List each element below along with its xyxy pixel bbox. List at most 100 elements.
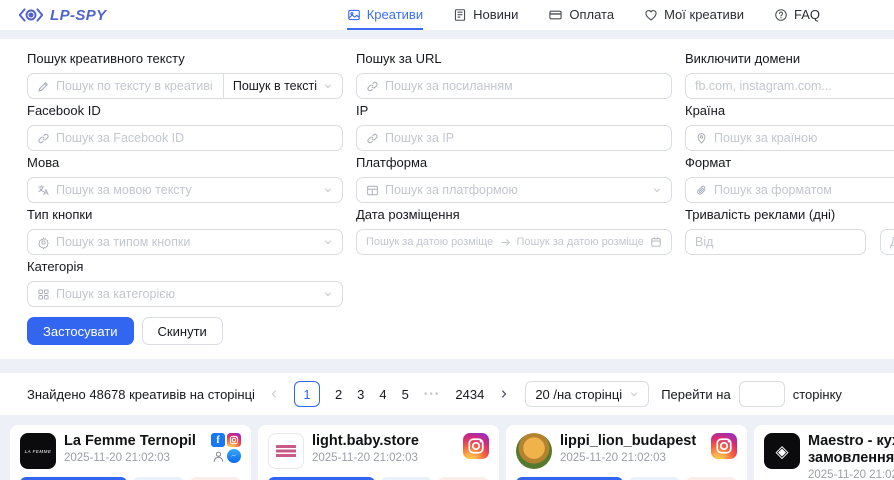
ip-input[interactable] [356,125,672,151]
page-size-select[interactable]: 20 /на сторінці [525,381,649,407]
language-field[interactable] [56,183,317,197]
filter-platform: Платформа [356,155,672,203]
page-number[interactable]: 5 [402,387,409,402]
ip-field[interactable] [385,131,662,145]
filter-exclude-domains: Виключити домени [685,51,894,99]
country-field[interactable] [714,131,894,145]
category-field[interactable] [56,287,317,301]
filter-category: Категорія [27,259,343,307]
person-icon[interactable] [211,449,225,463]
mode-label: Пошук в тексті [233,79,317,93]
facebook-id-input[interactable] [27,125,343,151]
field-label: Пошук за URL [356,51,672,67]
nav-tab-faq[interactable]: FAQ [774,0,820,30]
url-input[interactable] [356,73,672,99]
main-nav: Креативи Новини Оплата [347,0,820,30]
country-input[interactable] [685,125,894,151]
duration-to-input[interactable] [880,229,894,255]
button-type-select[interactable] [27,229,343,255]
duration-from-input[interactable] [685,229,866,255]
category-select[interactable] [27,281,343,307]
avatar [268,433,304,469]
url-field[interactable] [385,79,662,93]
chevron-down-icon [323,237,333,247]
credit-card-icon [548,8,563,22]
creative-card[interactable]: LA FEMME La Femme Ternopil 2025-11-20 21… [10,425,251,480]
goto-page-input[interactable] [739,381,785,407]
page-number-last[interactable]: 2434 [455,387,484,402]
gear-icon [37,236,50,249]
page-number[interactable]: 2 [335,387,342,402]
nav-tab-my-creatives[interactable]: Мої креативи [644,0,744,30]
advertiser-name: Maestro - кухні, меблі на замовлення в У… [808,433,894,467]
instagram-icon[interactable] [227,433,241,447]
creative-text-input[interactable] [28,74,223,98]
image-icon [347,8,361,22]
exclude-domains-field[interactable] [695,79,894,93]
field-label: Країна [685,103,894,119]
creative-date: 2025-11-20 21:02:03 [312,452,455,464]
duration-to-field[interactable] [890,235,894,249]
creative-card[interactable]: light.baby.store 2025-11-20 21:02:03 3 d… [258,425,499,480]
nav-label: Новини [473,7,518,22]
eye-logo-icon [18,7,44,23]
results-summary: Знайдено 48678 креативів на сторінці [27,387,255,402]
page-size-value: 20 /на сторінці [535,387,622,402]
creative-card[interactable]: ◈ Maestro - кухні, меблі на замовлення в… [754,425,894,480]
filter-ad-duration: Тривалість реклами (дні) [685,207,894,255]
prev-page-icon[interactable] [269,389,279,399]
platform-field[interactable] [385,183,646,197]
next-page-icon[interactable] [499,389,509,399]
goto-suffix: сторінку [793,387,842,402]
link-icon [366,132,379,145]
date-from-field[interactable] [366,236,494,248]
language-select[interactable] [27,177,343,203]
duration-from-field[interactable] [695,235,856,249]
instagram-icon[interactable] [711,433,737,459]
filter-format: Формат [685,155,894,203]
chevron-down-icon [323,81,333,91]
filter-country: Країна [685,103,894,151]
pagination-ellipsis[interactable]: ••• [424,389,441,400]
top-header: LP-SPY Креативи Новини [0,0,894,30]
filter-button-type: Тип кнопки [27,207,343,255]
chevron-down-icon [323,185,333,195]
reset-button[interactable]: Скинути [142,317,223,345]
arrow-right-icon [500,237,511,248]
nav-label: Мої креативи [664,7,744,22]
facebook-icon[interactable]: f [211,433,225,447]
pagination: 1 2 3 4 5 ••• 2434 [269,381,509,407]
field-label: Facebook ID [27,103,343,119]
date-to-field[interactable] [517,236,645,248]
placement-date-range-picker[interactable] [356,229,672,255]
format-field[interactable] [714,183,894,197]
page-number-active[interactable]: 1 [294,381,320,407]
nav-tab-payment[interactable]: Оплата [548,0,614,30]
nav-tab-news[interactable]: Новини [453,0,518,30]
creative-card[interactable]: lippi_lion_budapest 2025-11-20 21:02:03 … [506,425,747,480]
filter-creative-text: Пошук креативного тексту Пошук в тексті [27,51,343,99]
avatar: ◈ [764,433,800,469]
facebook-id-field[interactable] [56,131,333,145]
creative-text-field[interactable] [56,79,214,93]
nav-label: Оплата [569,7,614,22]
apply-button[interactable]: Застосувати [27,317,134,345]
nav-tab-creatives[interactable]: Креативи [347,0,423,30]
exclude-domains-input[interactable] [685,73,894,99]
platform-select[interactable] [356,177,672,203]
goto-page: Перейти на сторінку [661,381,842,407]
format-select[interactable] [685,177,894,203]
filters-panel: Пошук креативного тексту Пошук в тексті … [0,39,894,359]
text-search-mode-select[interactable]: Пошук в тексті [223,74,342,98]
page-number[interactable]: 4 [379,387,386,402]
avatar-text: LA FEMME [25,449,52,454]
chevron-down-icon [629,389,639,399]
creatives-grid: LA FEMME La Femme Ternopil 2025-11-20 21… [0,425,894,480]
instagram-icon[interactable] [463,433,489,459]
button-type-field[interactable] [56,235,317,249]
avatar [516,433,552,469]
messenger-icon[interactable] [227,449,241,463]
page-number[interactable]: 3 [357,387,364,402]
brand-logo[interactable]: LP-SPY [18,7,107,24]
question-circle-icon [774,8,788,22]
